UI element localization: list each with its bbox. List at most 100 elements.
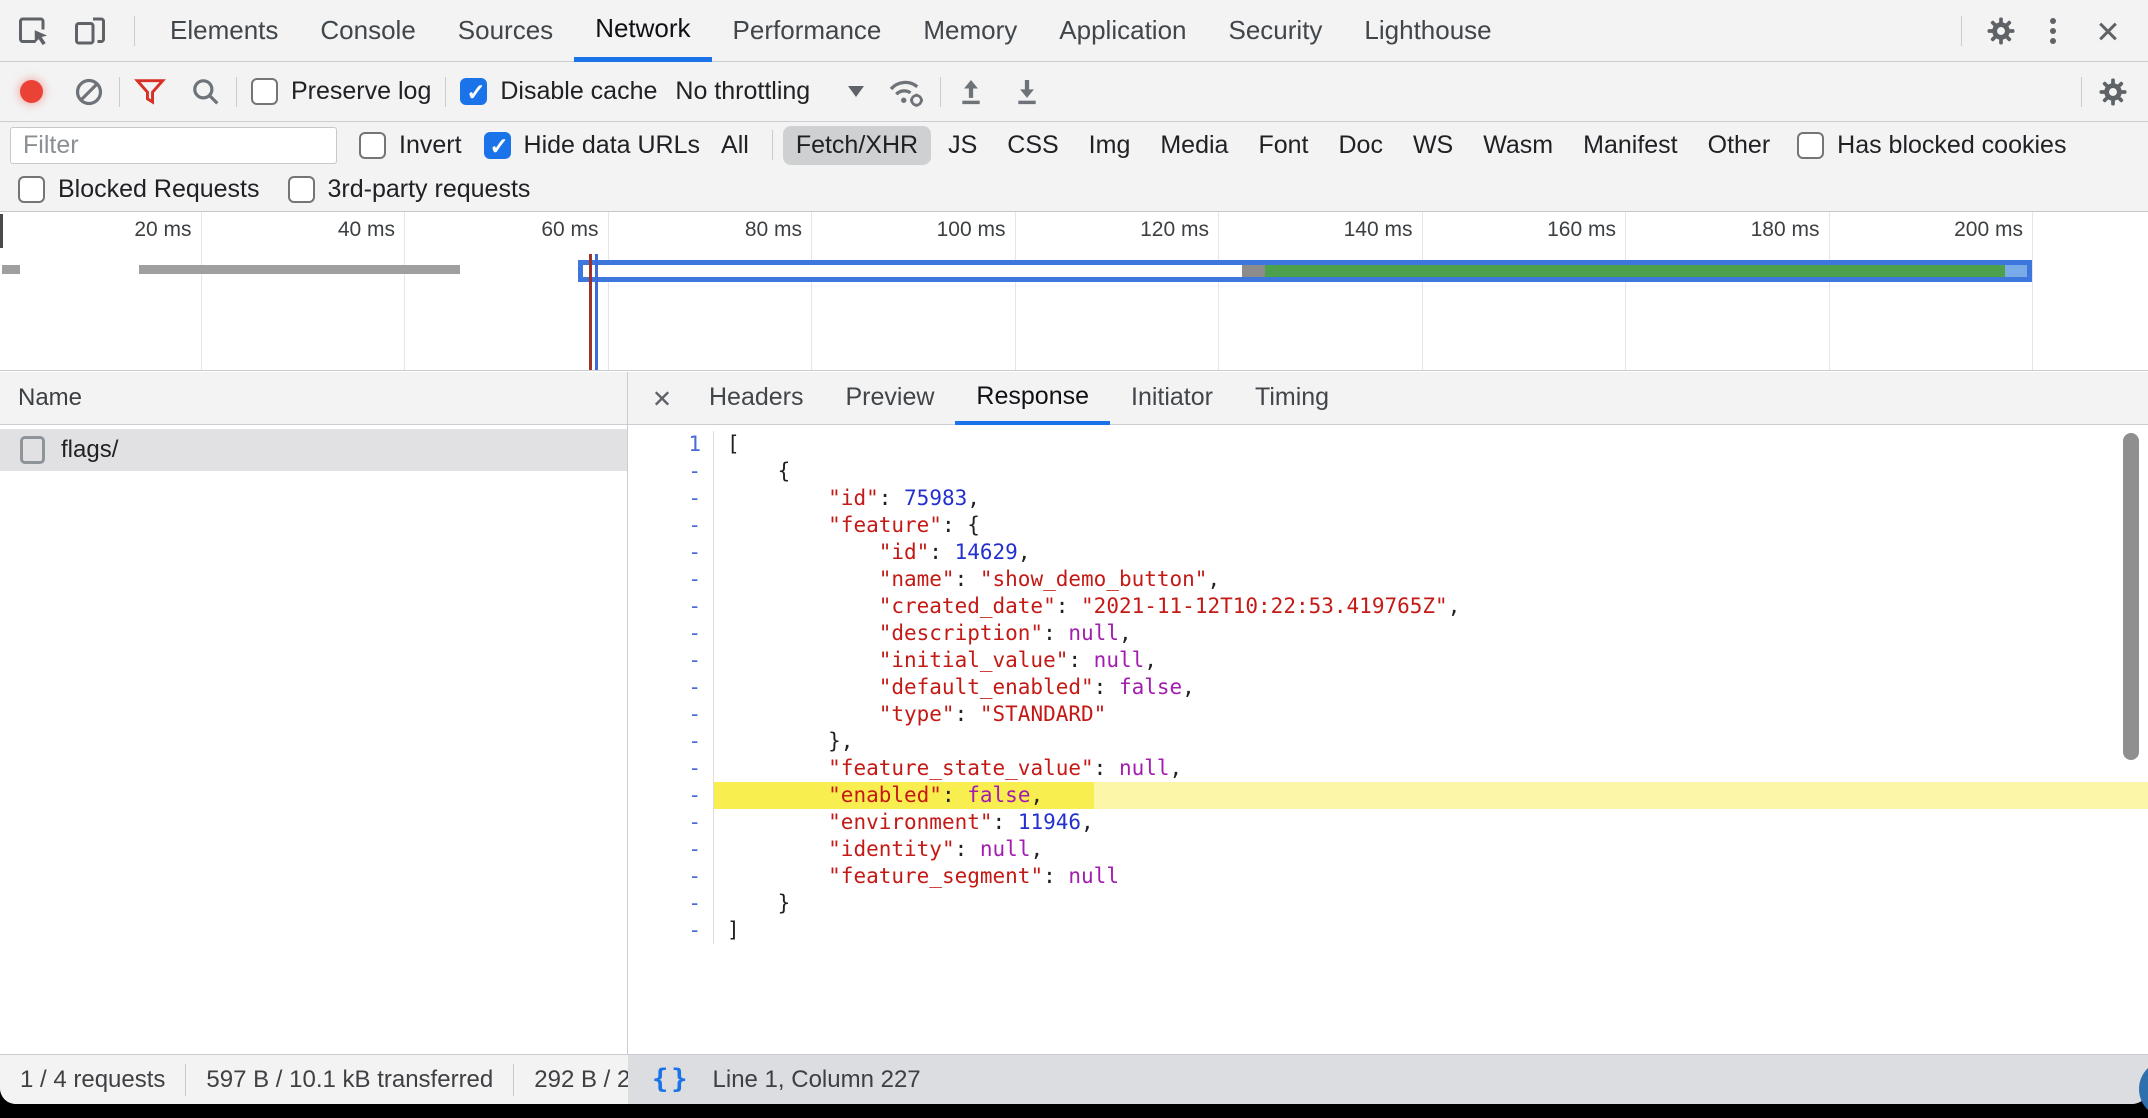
hide-data-urls-checkbox[interactable]	[484, 132, 511, 159]
response-line-text: {	[714, 458, 2148, 485]
tab-application[interactable]: Application	[1038, 0, 1207, 62]
detail-tab-response[interactable]: Response	[955, 372, 1110, 425]
tab-lighthouse[interactable]: Lighthouse	[1343, 0, 1512, 62]
waterfall-segment-waiting-ttfb-green	[1265, 265, 2005, 277]
export-har-icon[interactable]	[1011, 76, 1043, 108]
third-party-label: 3rd-party requests	[328, 175, 531, 204]
divider	[236, 77, 237, 107]
tab-memory[interactable]: Memory	[902, 0, 1038, 62]
waterfall-segment-download-blue	[2005, 265, 2027, 277]
preserve-log-checkbox[interactable]	[251, 78, 278, 105]
waterfall-segment-waiting-white	[583, 265, 1242, 277]
response-line-text: "created_date": "2021-11-12T10:22:53.419…	[714, 593, 2148, 620]
network-overview-timeline[interactable]: 20 ms40 ms60 ms80 ms100 ms120 ms140 ms16…	[0, 212, 2148, 371]
timeline-gridline	[1015, 212, 1016, 370]
filter-funnel-icon[interactable]	[134, 76, 166, 108]
response-line: - "id": 14629,	[628, 539, 2148, 566]
preserve-log-toggle[interactable]: Preserve log	[251, 77, 431, 106]
blocked-requests-label: Blocked Requests	[58, 175, 260, 204]
request-options-bar: Blocked Requests 3rd-party requests	[0, 168, 2148, 212]
response-line: - "feature_state_value": null,	[628, 755, 2148, 782]
filter-type-ws[interactable]: WS	[1400, 126, 1466, 165]
response-line: - "feature_segment": null	[628, 863, 2148, 890]
timeline-tick-label: 160 ms	[1547, 215, 1625, 245]
network-settings-gear-icon[interactable]	[2096, 75, 2130, 109]
status-segment: 597 B / 10.1 kB transferred	[186, 1066, 513, 1094]
throttling-dropdown[interactable]: No throttling	[675, 77, 864, 106]
clear-network-log-icon[interactable]	[73, 76, 105, 108]
third-party-checkbox[interactable]	[288, 176, 315, 203]
has-blocked-cookies-label: Has blocked cookies	[1837, 131, 2066, 160]
vertical-scrollbar-thumb[interactable]	[2123, 433, 2139, 760]
filter-type-manifest[interactable]: Manifest	[1570, 126, 1690, 165]
response-line-text: "initial_value": null,	[714, 647, 2148, 674]
name-column-header[interactable]: Name	[0, 372, 627, 425]
close-devtools-icon[interactable]	[2088, 11, 2128, 51]
fold-marker: -	[628, 863, 714, 890]
third-party-toggle[interactable]: 3rd-party requests	[288, 175, 531, 204]
has-blocked-cookies-toggle[interactable]: Has blocked cookies	[1797, 131, 2066, 160]
tab-console[interactable]: Console	[299, 0, 436, 62]
tab-security[interactable]: Security	[1208, 0, 1344, 62]
filter-type-all[interactable]: All	[708, 126, 762, 165]
response-line-text: "default_enabled": false,	[714, 674, 2148, 701]
network-conditions-icon[interactable]	[886, 74, 926, 110]
import-har-icon[interactable]	[955, 76, 987, 108]
record-network-log-button[interactable]	[20, 80, 43, 103]
devtools-tabs: ElementsConsoleSourcesNetworkPerformance…	[149, 0, 1513, 62]
devtools-window: ElementsConsoleSourcesNetworkPerformance…	[0, 0, 2148, 1104]
timeline-tick-label: 40 ms	[338, 215, 404, 245]
filter-type-other[interactable]: Other	[1695, 126, 1784, 165]
detail-tab-initiator[interactable]: Initiator	[1110, 372, 1234, 425]
inspect-element-icon[interactable]	[16, 13, 52, 49]
response-line-text: "feature": {	[714, 512, 2148, 539]
invert-checkbox[interactable]	[359, 132, 386, 159]
more-options-kebab-icon[interactable]	[2036, 14, 2070, 48]
close-details-icon[interactable]	[646, 382, 678, 414]
divider	[134, 16, 135, 46]
detail-tab-timing[interactable]: Timing	[1234, 372, 1350, 425]
filter-type-font[interactable]: Font	[1245, 126, 1321, 165]
divider	[2081, 77, 2082, 107]
tab-performance[interactable]: Performance	[712, 0, 903, 62]
search-icon[interactable]	[190, 76, 222, 108]
has-blocked-cookies-checkbox[interactable]	[1797, 132, 1824, 159]
filter-type-wasm[interactable]: Wasm	[1470, 126, 1566, 165]
fold-marker: -	[628, 539, 714, 566]
filter-type-js[interactable]: JS	[935, 126, 990, 165]
timeline-gridline	[1218, 212, 1219, 370]
filter-input[interactable]	[10, 127, 337, 164]
response-line-text: "environment": 11946,	[714, 809, 2148, 836]
filter-type-media[interactable]: Media	[1147, 126, 1241, 165]
chevron-down-icon	[848, 86, 864, 97]
network-filter-bar: Invert Hide data URLs All Fetch/XHRJSCSSI…	[0, 122, 2148, 168]
blocked-requests-checkbox[interactable]	[18, 176, 45, 203]
filter-type-css[interactable]: CSS	[994, 126, 1071, 165]
blocked-requests-toggle[interactable]: Blocked Requests	[18, 175, 260, 204]
pretty-print-icon[interactable]: {}	[652, 1064, 691, 1095]
filter-type-fetchxhr[interactable]: Fetch/XHR	[783, 126, 931, 165]
name-column-label: Name	[18, 384, 82, 412]
filter-type-img[interactable]: Img	[1076, 126, 1144, 165]
tab-sources[interactable]: Sources	[437, 0, 574, 62]
response-viewer: 1[- {- "id": 75983,- "feature": {- "id":…	[628, 426, 2148, 1054]
disable-cache-checkbox[interactable]	[460, 78, 487, 105]
filter-type-doc[interactable]: Doc	[1325, 126, 1395, 165]
fold-marker: -	[628, 458, 714, 485]
invert-toggle[interactable]: Invert	[359, 131, 462, 160]
tab-elements[interactable]: Elements	[149, 0, 299, 62]
request-row-flags[interactable]: flags/	[0, 429, 627, 471]
timeline-tick-label: 20 ms	[134, 215, 200, 245]
settings-gear-icon[interactable]	[1984, 14, 2018, 48]
detail-tab-headers[interactable]: Headers	[688, 372, 825, 425]
tab-network[interactable]: Network	[574, 0, 711, 62]
device-toolbar-icon[interactable]	[72, 13, 108, 49]
detail-tab-preview[interactable]: Preview	[825, 372, 956, 425]
hide-data-urls-toggle[interactable]: Hide data URLs	[484, 131, 700, 160]
throttling-value: No throttling	[675, 77, 810, 106]
response-line-text: }	[714, 890, 2148, 917]
disable-cache-toggle[interactable]: Disable cache	[460, 77, 657, 106]
document-icon	[20, 436, 45, 464]
timeline-tick-label: 60 ms	[541, 215, 607, 245]
timeline-gridline	[404, 212, 405, 370]
